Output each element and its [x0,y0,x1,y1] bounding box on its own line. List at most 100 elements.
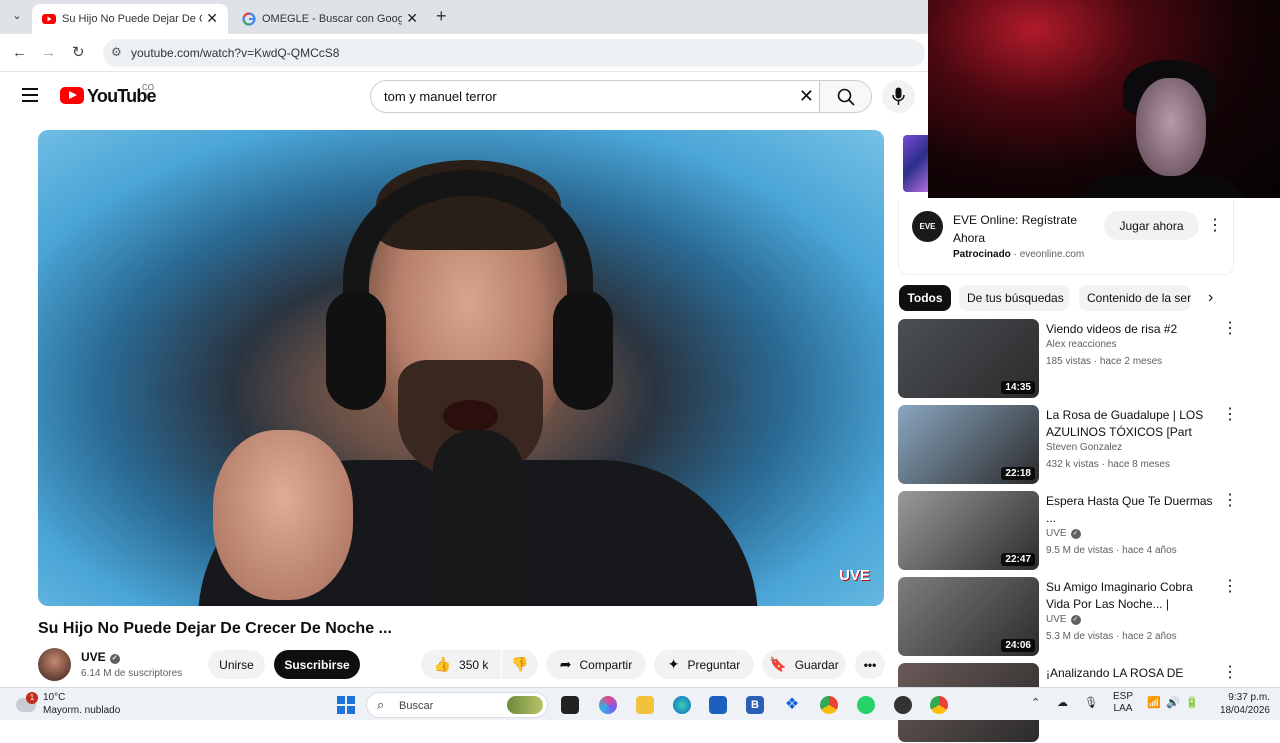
youtube-header: YouTube CO tom y manuel terror ✕ [0,72,930,124]
video-duration: 14:35 [1001,381,1035,394]
ad-cta-button[interactable]: Jugar ahora [1104,211,1199,240]
ad-title[interactable]: EVE Online: Regístrate Ahora [953,211,1103,247]
recommendation-channel[interactable]: UVE ✓ [1046,528,1081,539]
channel-name[interactable]: UVE ✓ [81,650,120,664]
recommendation-menu-icon[interactable]: ⋮ [1222,579,1238,595]
tab-close-icon[interactable]: ✕ [206,10,218,27]
dislike-button[interactable]: 👎 [502,650,538,679]
search-query-text[interactable]: tom y manuel terror [384,89,497,104]
channel-watermark[interactable]: UVE [839,567,870,584]
tab-close-icon[interactable]: ✕ [406,10,418,27]
recommendation-menu-icon[interactable]: ⋮ [1222,665,1238,681]
omnibox[interactable]: ⚙ youtube.com/watch?v=KwdQ-QMCcS8 [103,39,925,67]
video-player[interactable]: UVE [38,130,884,606]
recommendation-channel[interactable]: UVE ✓ [1046,614,1081,625]
tab-google[interactable]: OMEGLE - Buscar con Google ✕ [232,4,428,34]
windows-taskbar: 1 10°C Mayorm. nublado ⌕ Buscar B ❖ ⌃ ☁ … [0,687,1280,720]
edge-icon[interactable] [673,696,691,714]
youtube-logo-icon[interactable] [60,87,84,104]
clear-search-icon[interactable]: ✕ [799,86,814,107]
recommendation-item[interactable]: 14:35 Viendo videos de risa #2 Alex reacci… [898,319,1238,399]
recommendation-channel[interactable]: Steven Gonzalez [1046,442,1122,453]
bookmark-icon: 🔖 [769,656,787,672]
webcam-person [1136,78,1206,176]
recommendation-item[interactable]: 24:06 Su Amigo Imaginario Cobra Vida Por … [898,577,1238,657]
chrome-icon[interactable] [820,696,838,714]
system-clock[interactable]: 9:37 p.m. 18/04/2026 [1202,691,1270,717]
recommendation-title[interactable]: La Rosa de Guadalupe | LOS AZULINOS TÓXI… [1046,407,1218,441]
onedrive-icon[interactable]: ☁ [1057,696,1068,709]
taskbar-search[interactable]: ⌕ Buscar [366,692,548,718]
site-info-icon[interactable]: ⚙ [111,45,122,59]
recommendation-item[interactable]: 22:18 La Rosa de Guadalupe | LOS AZULINOS… [898,405,1238,485]
tab-search-chevron-icon[interactable]: ⌄ [8,9,26,25]
join-button[interactable]: Unirse [208,650,265,679]
tray-chevron-icon[interactable]: ⌃ [1031,696,1040,709]
video-thumbnail[interactable]: 22:18 [898,405,1039,484]
ad-meta: Patrocinado · eveonline.com [953,249,1085,260]
ask-button[interactable]: ✦ Preguntar [654,650,754,679]
recommendation-title[interactable]: Viendo videos de risa #2 [1046,321,1218,338]
url-text[interactable]: youtube.com/watch?v=KwdQ-QMCcS8 [131,46,339,60]
chevron-right-icon[interactable]: › [1208,289,1213,307]
sparkle-icon: ✦ [667,656,680,672]
video-duration: 22:47 [1001,553,1035,566]
recommendation-menu-icon[interactable]: ⋮ [1222,321,1238,337]
menu-icon[interactable] [22,88,38,102]
video-thumbnail[interactable]: 22:47 [898,491,1039,570]
recommendation-meta: 432 k vistas · hace 8 meses [1046,459,1170,470]
video-thumbnail[interactable]: 24:06 [898,577,1039,656]
search-icon: ⌕ [377,697,385,712]
app-b-icon[interactable]: B [746,696,764,714]
chip-from-searches[interactable]: De tus búsquedas [959,285,1069,311]
recommendation-meta: 5.3 M de vistas · hace 2 años [1046,631,1177,642]
copilot-icon[interactable] [599,696,617,714]
reload-icon[interactable]: ↻ [72,43,85,61]
webcam-overlay [928,0,1280,198]
save-button[interactable]: 🔖 Guardar [762,650,846,679]
forward-arrow-icon[interactable]: → [41,44,56,61]
like-button[interactable]: 👍 350 k [421,650,501,679]
channel-avatar[interactable] [38,648,71,681]
ad-card[interactable]: EVE EVE Online: Regístrate Ahora Patroci… [898,200,1234,275]
recommendation-title[interactable]: Espera Hasta Que Te Duermas ... [1046,493,1218,527]
recorder-icon[interactable] [894,696,912,714]
language-indicator[interactable]: ESP LAA [1113,691,1133,715]
ad-menu-icon[interactable]: ⋮ [1207,218,1223,234]
recommendation-menu-icon[interactable]: ⋮ [1222,407,1238,423]
tab-title: OMEGLE - Buscar con Google [262,13,402,25]
file-explorer-icon[interactable] [636,696,654,714]
recommendation-channel[interactable]: Alex reacciones [1046,339,1117,350]
recommendation-item[interactable]: 22:47 Espera Hasta Que Te Duermas ... UVE ✓… [898,491,1238,571]
store-icon[interactable] [709,696,727,714]
chrome-active-icon[interactable] [930,696,948,714]
temperature: 10°C [43,692,66,703]
back-arrow-icon[interactable]: ← [12,44,27,61]
recommendation-title[interactable]: Su Amigo Imaginario Cobra Vida Por Las N… [1046,579,1218,613]
voice-search-button[interactable] [882,80,915,113]
mic-tray-icon[interactable]: 🎙 [1084,696,1098,709]
advertiser-logo[interactable]: EVE [912,211,943,242]
video-thumbnail[interactable]: 14:35 [898,319,1039,398]
share-button[interactable]: ➦ Compartir [546,650,646,679]
recommendation-menu-icon[interactable]: ⋮ [1222,493,1238,509]
chip-all[interactable]: Todos [899,285,951,311]
ad-thumbnail[interactable] [903,135,928,192]
task-view-icon[interactable] [561,696,579,714]
whatsapp-icon[interactable] [857,696,875,714]
chip-series-content[interactable]: Contenido de la ser [1079,285,1191,311]
share-arrow-icon: ➦ [559,656,572,672]
recommendation-title[interactable]: ¡Analizando LA ROSA DE [1046,665,1218,682]
new-tab-button[interactable]: + [436,6,447,27]
wifi-icon[interactable]: 📶 [1147,696,1161,709]
search-input[interactable]: tom y manuel terror ✕ [370,80,820,113]
dropbox-icon[interactable]: ❖ [783,696,801,714]
recommendation-meta: 185 vistas · hace 2 meses [1046,356,1163,367]
windows-start-icon[interactable] [337,696,355,714]
subscribe-button[interactable]: Suscribirse [274,650,360,679]
search-button[interactable] [819,80,872,113]
tab-youtube[interactable]: Su Hijo No Puede Dejar De Crecer De Noch… [32,4,228,34]
volume-icon[interactable]: 🔊 [1166,696,1180,709]
more-actions-button[interactable]: ••• [855,650,885,679]
battery-icon[interactable]: 🔋 [1185,696,1199,709]
